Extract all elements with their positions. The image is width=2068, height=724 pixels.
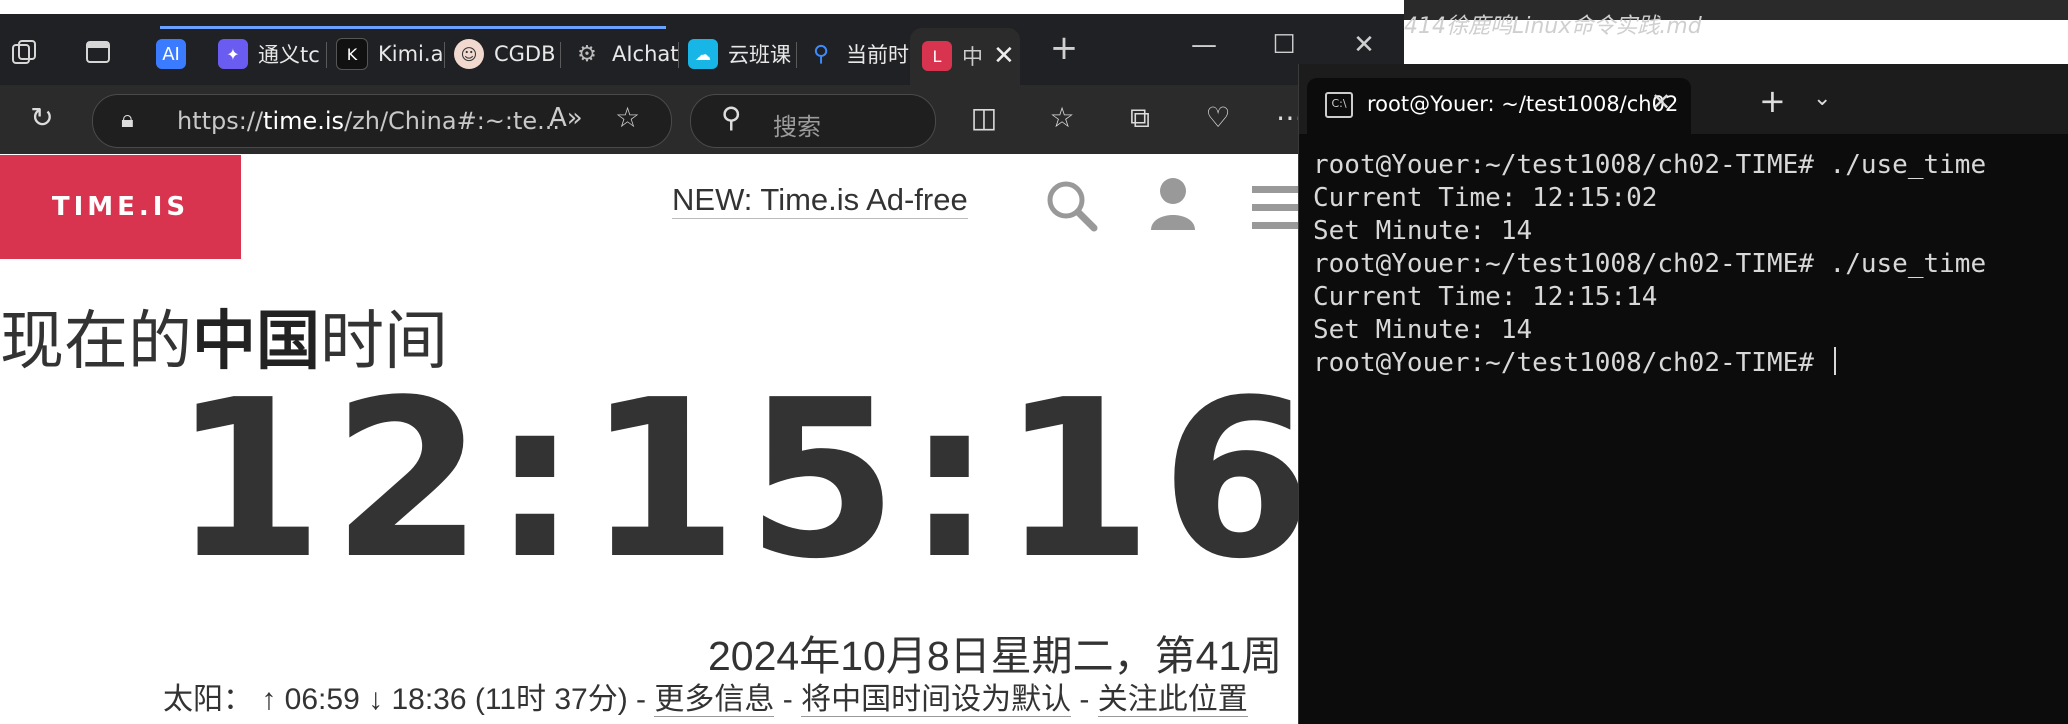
tab-kimi[interactable]: K Kimi.ai — [336, 30, 444, 78]
more-info-link[interactable]: 更多信息 — [654, 683, 775, 717]
set-default-link[interactable]: 将中国时间设为默认 — [801, 683, 1072, 717]
terminal-cursor — [1833, 347, 1836, 375]
search-icon: ⚲ — [812, 41, 830, 67]
background-editor-title: 1414徐鹿鸣Linux命令实践.md — [1390, 14, 1702, 39]
tab-label: 当前时 — [846, 43, 909, 67]
terminal-tab-title: root@Youer: ~/test1008/ch02 — [1367, 92, 1679, 116]
favorites-icon[interactable]: ☆ — [1040, 101, 1084, 134]
tab-label: AIchat — [612, 42, 678, 66]
terminal-prompt-line[interactable]: root@Youer:~/test1008/ch02-TIME# — [1313, 347, 2063, 380]
tab-label: 通义tc — [258, 43, 320, 67]
time-is-icon: L — [922, 41, 952, 71]
new-terminal-tab-icon[interactable]: + — [1759, 82, 1786, 120]
maximize-icon[interactable]: ☐ — [1264, 30, 1304, 60]
terminal-line: Set Minute: 14 — [1313, 315, 1533, 345]
refresh-icon[interactable]: ↻ — [20, 101, 64, 134]
tab-actions-icon[interactable] — [78, 32, 118, 72]
browser-window: AI ✦ 通义tc K Kimi.ai ☺ CGDB ⚙ AIchat ☁ 云班… — [0, 0, 1404, 724]
site-search-icon[interactable] — [1044, 178, 1098, 236]
ad-free-link[interactable]: NEW: Time.is Ad-free — [672, 182, 968, 219]
tab-aichat[interactable]: ⚙ AIchat — [572, 30, 678, 78]
browser-essentials-icon[interactable]: ♡ — [1196, 101, 1240, 134]
close-terminal-tab-icon[interactable]: ✕ — [1651, 88, 1671, 116]
tab-tongyi[interactable]: ✦ 通义tc — [218, 30, 326, 78]
terminal-window[interactable]: C:\ root@Youer: ~/test1008/ch02 ✕ + ⌄ ro… — [1298, 64, 2068, 724]
kimi-icon: K — [336, 38, 368, 70]
favorite-star-icon[interactable]: ☆ — [615, 101, 640, 134]
date-line: 2024年10月8日星期二，第41周 — [708, 633, 1283, 679]
tab-separator — [444, 42, 445, 68]
lock-icon: 🔒︎ — [121, 105, 134, 133]
search-icon: ⚲ — [721, 101, 742, 134]
terminal-icon: C:\ — [1325, 92, 1353, 118]
sun-info: 太阳： ↑ 06:59 ↓ 18:36 (11时 37分) - 更多信息 - 将… — [163, 683, 1248, 717]
address-bar[interactable]: 🔒︎ https://time.is/zh/China#:~:te... A» … — [92, 94, 672, 148]
terminal-line: Current Time: 12:15:14 — [1313, 282, 1658, 312]
terminal-tab[interactable]: C:\ root@Youer: ~/test1008/ch02 ✕ — [1307, 78, 1691, 134]
tab-label: Kimi.ai — [378, 42, 444, 66]
time-is-logo[interactable]: TIME.IS — [0, 155, 241, 259]
menu-hamburger-icon[interactable] — [1252, 186, 1302, 234]
ai-icon: AI — [156, 39, 186, 69]
minimize-icon[interactable]: — — [1184, 30, 1224, 60]
new-tab-icon[interactable]: + — [1044, 28, 1084, 68]
tab-group-indicator — [160, 26, 666, 29]
tab-separator — [326, 42, 327, 68]
terminal-output: root@Youer:~/test1008/ch02-TIME# ./use_t… — [1313, 149, 2063, 380]
split-screen-icon[interactable]: ◫ — [962, 101, 1006, 134]
close-tab-icon[interactable]: ✕ — [993, 41, 1012, 71]
tab-yunbanke[interactable]: ☁ 云班课 — [688, 30, 796, 78]
address-text: https://time.is/zh/China#:~:te... — [177, 107, 561, 135]
tab-label: 中 — [962, 45, 983, 69]
terminal-dropdown-icon[interactable]: ⌄ — [1813, 86, 1831, 111]
window-close-icon[interactable]: ✕ — [1344, 30, 1384, 60]
tab-cgdb[interactable]: ☺ CGDB — [454, 30, 560, 78]
tongyi-icon: ✦ — [218, 39, 248, 69]
tab-current-time[interactable]: ⚲ 当前时 — [806, 30, 910, 78]
tab-label: CGDB — [494, 42, 556, 66]
search-box[interactable]: ⚲ 搜索 — [690, 94, 936, 148]
tab-label: 云班课 — [728, 43, 791, 67]
avatar-icon: ☺ — [454, 39, 484, 69]
terminal-line: root@Youer:~/test1008/ch02-TIME# ./use_t… — [1313, 150, 1987, 180]
openai-icon: ⚙ — [572, 39, 602, 69]
tab-ai[interactable]: AI — [156, 30, 186, 78]
account-icon[interactable] — [1148, 176, 1198, 236]
read-aloud-icon[interactable]: A» — [549, 103, 583, 133]
tab-separator — [560, 42, 561, 68]
tab-separator — [678, 42, 679, 68]
cloud-icon: ☁ — [688, 39, 718, 69]
search-placeholder: 搜索 — [773, 113, 821, 141]
tab-separator — [796, 42, 797, 68]
tab-time-is-content: L 中 ✕ — [922, 32, 1012, 80]
collections-icon[interactable]: ⧉ — [1118, 101, 1162, 135]
terminal-line: root@Youer:~/test1008/ch02-TIME# ./use_t… — [1313, 249, 1987, 279]
terminal-line: Current Time: 12:15:02 — [1313, 183, 1658, 213]
terminal-line: Set Minute: 14 — [1313, 216, 1533, 246]
follow-location-link[interactable]: 关注此位置 — [1097, 683, 1248, 717]
clock-display: 12:15:16 — [172, 354, 1321, 607]
workspaces-icon[interactable] — [4, 32, 44, 72]
